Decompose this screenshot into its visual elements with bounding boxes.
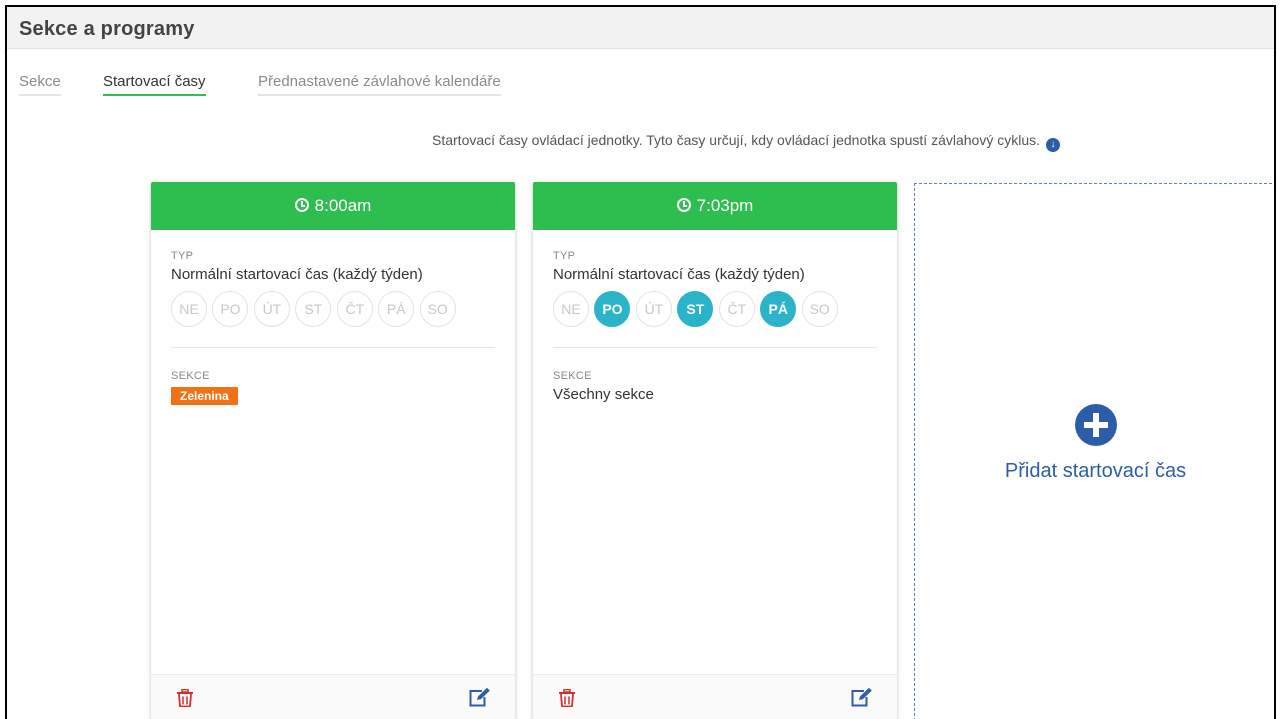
trash-icon[interactable] [559,688,575,712]
trash-icon[interactable] [177,688,193,712]
day-ut: ÚT [253,291,290,327]
edit-icon[interactable] [469,687,491,712]
day-ne: NE [171,291,207,327]
clock-icon [294,198,309,212]
card-body: TYP Normální startovací čas (každý týden… [533,230,897,403]
day-so: SO [419,291,456,327]
day-ct: ČT [336,291,373,327]
intro-text-row: Startovací časy ovládací jednotky. Tyto … [7,132,1274,152]
card-body: TYP Normální startovací čas (každý týden… [151,230,515,405]
type-label: TYP [553,250,576,262]
day-so: SO [801,291,838,327]
day-selector: NE PO ÚT ST ČT PÁ SO [171,291,495,329]
type-label: TYP [171,250,194,262]
day-pa: PÁ [378,291,415,327]
section-badge: Zelenina [171,387,238,405]
clock-icon [676,198,691,212]
start-time-card: 7:03pm TYP Normální startovací čas (každ… [533,182,897,719]
tab-prednastavene-kalendare[interactable]: Přednastavené závlahové kalendáře [258,73,501,96]
start-time-card: 8:00am TYP Normální startovací čas (každ… [151,182,515,719]
type-value: Normální startovací čas (každý týden) [553,266,805,283]
day-st: ST [677,291,714,327]
arrow-down-circle-icon[interactable]: ↓ [1046,138,1060,152]
add-start-time-label[interactable]: Přidat startovací čas [915,460,1274,483]
sections-label: SEKCE [553,370,592,382]
card-footer [151,674,515,719]
page-title: Sekce a programy [19,18,195,40]
day-po: PO [212,291,249,327]
start-time: 7:03pm [696,196,754,215]
card-footer [533,674,897,719]
start-time: 8:00am [314,196,372,215]
sections-value: Všechny sekce [553,386,654,403]
sections-label: SEKCE [171,370,210,382]
day-po: PO [594,291,631,327]
day-ct: ČT [718,291,755,327]
edit-icon[interactable] [851,687,873,712]
plus-circle-icon[interactable] [1075,404,1117,446]
day-pa: PÁ [760,291,797,327]
card-header: 8:00am [151,182,515,230]
tab-startovaci-casy[interactable]: Startovací časy [103,73,206,96]
type-value: Normální startovací čas (každý týden) [171,266,423,283]
add-start-time-card[interactable]: Přidat startovací čas [914,183,1274,719]
day-selector: NE PO ÚT ST ČT PÁ SO [553,291,877,329]
tab-sekce[interactable]: Sekce [19,73,61,96]
day-ne: NE [553,291,589,327]
tab-bar: Sekce Startovací časy Přednastavené závl… [7,49,1274,104]
page-header: Sekce a programy [7,7,1274,49]
divider [553,347,877,348]
intro-text: Startovací časy ovládací jednotky. Tyto … [432,132,1040,148]
app-frame: Sekce a programy Sekce Startovací časy P… [5,5,1276,719]
day-st: ST [295,291,332,327]
divider [171,347,495,348]
day-ut: ÚT [635,291,672,327]
card-header: 7:03pm [533,182,897,230]
